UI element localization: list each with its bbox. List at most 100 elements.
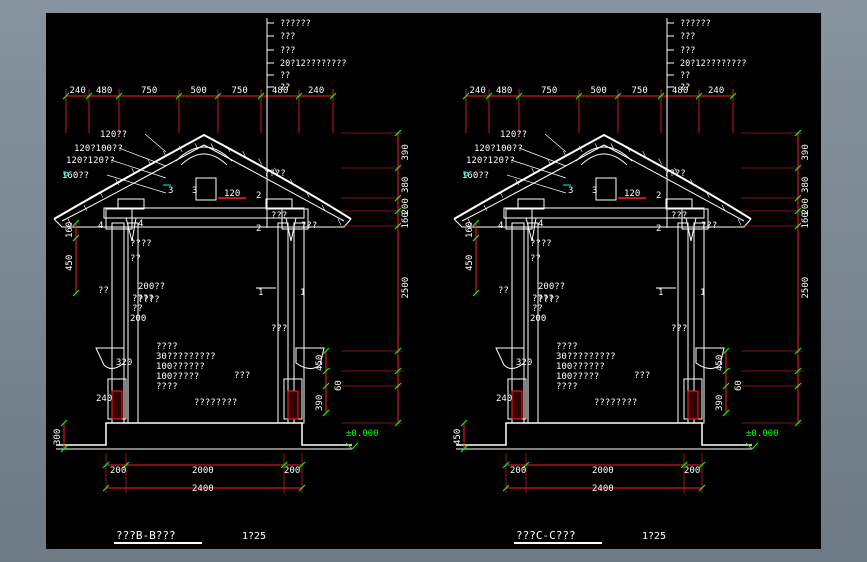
ridge-arch-inner xyxy=(180,153,228,166)
ridge-post xyxy=(195,177,217,201)
right-dim-text: 450 xyxy=(715,355,725,371)
left-dim-text: 450 xyxy=(453,429,463,445)
floor-line xyxy=(456,422,752,446)
bottom-dim-text: 2000 xyxy=(192,466,214,476)
section-scale: 1?25 xyxy=(642,531,666,542)
base-note: ???? xyxy=(156,382,178,392)
bar-note: ??? xyxy=(234,371,250,381)
level-mark: ±0.000 xyxy=(346,429,379,439)
top-note: ?????? xyxy=(680,19,711,29)
base-note: 30????????? xyxy=(156,352,216,362)
top-dim-text: 480 xyxy=(96,86,112,96)
anchor-note: ?? xyxy=(132,304,143,314)
small-note: ??? xyxy=(271,211,287,221)
left-leader xyxy=(144,133,167,153)
small-note: ?? xyxy=(98,286,109,296)
left-dim-text: 160 xyxy=(465,222,475,238)
anchor-note: ?? xyxy=(532,304,543,314)
mid-note: 200?? xyxy=(138,282,165,292)
left-dim-text: 200 xyxy=(130,314,146,324)
right-dim-text: 200 xyxy=(401,198,411,214)
member-number: 4 xyxy=(98,221,103,231)
small-note: ?? xyxy=(130,254,141,264)
section-scale: 1?25 xyxy=(242,531,266,542)
bottom-dim-text: 2400 xyxy=(192,484,214,494)
top-note: ?? xyxy=(680,71,690,81)
member-number: 2 xyxy=(656,224,661,234)
left-dim-text: 240 xyxy=(496,394,512,404)
ridge-post xyxy=(595,177,617,201)
section-left: 240 480 750 500 750 480 240????????????20?12??… xyxy=(53,18,411,544)
small-note: ??? xyxy=(701,221,717,231)
top-dim-text: 750 xyxy=(632,86,648,96)
small-note: ??? xyxy=(671,211,687,221)
small-note: ?? xyxy=(498,286,509,296)
right-dim-text: 160 xyxy=(401,212,411,228)
right-dim-text: 390 xyxy=(315,395,325,411)
right-dim-text: 390 xyxy=(401,144,411,160)
base-note: 100????? xyxy=(556,372,599,382)
right-dim-text: 60 xyxy=(734,380,744,391)
small-note: ?? xyxy=(530,254,541,264)
top-dim-text: 750 xyxy=(232,86,248,96)
top-dim-text: 480 xyxy=(496,86,512,96)
small-note: ???? xyxy=(664,169,686,179)
top-note: ?? xyxy=(280,71,290,81)
base-left-hatch xyxy=(111,390,123,420)
bottom-dim-text: 2000 xyxy=(592,466,614,476)
roof-tile xyxy=(531,167,535,174)
member-number: 4 xyxy=(138,219,143,229)
base-note: ???? xyxy=(156,342,178,352)
member-number: 2 xyxy=(256,224,261,234)
base-note: 100?????? xyxy=(156,362,205,372)
base-note: 100????? xyxy=(156,372,199,382)
roof-tile xyxy=(337,218,342,226)
left-leader xyxy=(518,147,567,167)
small-note: ??? xyxy=(671,324,687,334)
left-note: 120?100?? xyxy=(474,144,523,154)
cad-canvas[interactable]: 240 480 750 500 750 480 240???????????? 20?12??… xyxy=(46,13,821,549)
member-number: 120 xyxy=(224,189,240,199)
fill-note: ???????? xyxy=(194,398,237,408)
ridge-arch-inner xyxy=(580,153,628,166)
left-leader xyxy=(544,133,567,153)
member-number: 1 xyxy=(658,288,663,298)
base-note: ???? xyxy=(556,342,578,352)
base-right-hatch xyxy=(687,390,699,420)
top-dim-text: 240 xyxy=(70,86,86,96)
level-triangle xyxy=(345,442,359,450)
top-note: 20?12???????? xyxy=(280,59,347,69)
member-number: 3 xyxy=(192,186,197,196)
base-note: ???? xyxy=(556,382,578,392)
small-note: ???? xyxy=(264,169,286,179)
small-note: ???? xyxy=(130,239,152,249)
member-number: 4 xyxy=(538,219,543,229)
top-note: ?? xyxy=(280,83,290,93)
left-dim-text: 160 xyxy=(65,222,75,238)
roof-tile xyxy=(258,158,262,165)
right-dim-text: 60 xyxy=(334,380,344,391)
right-dim-text: 450 xyxy=(315,355,325,371)
left-dim-text: 300 xyxy=(53,429,63,445)
top-note: ??? xyxy=(280,46,295,56)
roof-tile xyxy=(737,218,742,226)
member-number: 4 xyxy=(498,221,503,231)
section-title: ???B-B??? xyxy=(116,529,176,542)
member-number: 2 xyxy=(256,191,261,201)
right-dim-text: 390 xyxy=(715,395,725,411)
small-note: ???? xyxy=(530,239,552,249)
base-note: 30????????? xyxy=(556,352,616,362)
left-dim-text: 320 xyxy=(116,358,132,368)
member-number: 1 xyxy=(300,288,305,298)
top-note: ??? xyxy=(680,32,695,42)
member-number: 3 xyxy=(168,186,173,196)
top-note: ?????? xyxy=(280,19,311,29)
left-note: 120?? xyxy=(100,130,127,140)
left-leader xyxy=(118,147,167,167)
left-note: 120?100?? xyxy=(74,144,123,154)
level-mark: ±0.000 xyxy=(746,429,779,439)
bottom-dim-text: 200 xyxy=(510,466,526,476)
member-number: 3 xyxy=(568,186,573,196)
mid-note: 200?? xyxy=(538,282,565,292)
left-dim-text: 450 xyxy=(65,255,75,271)
